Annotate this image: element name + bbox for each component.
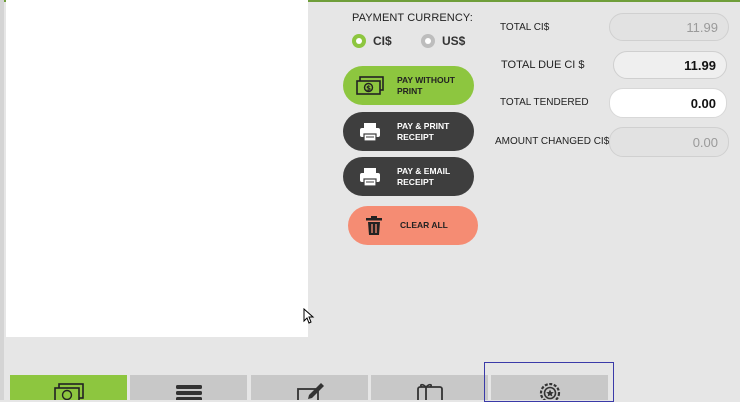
amount-changed-label: AMOUNT CHANGED CI$ [495,136,610,147]
currency-option-ci[interactable]: CI$ [352,34,392,48]
payment-tab-cash[interactable] [10,375,127,400]
radio-unselected-icon [421,34,435,48]
cash-icon: $ [355,75,385,97]
total-field: 11.99 [609,13,729,41]
total-due-field: 11.99 [613,51,727,79]
pay-without-print-button[interactable]: $ PAY WITHOUT PRINT [343,66,474,105]
payment-tab-card[interactable] [130,375,247,400]
receipt-preview-panel [6,0,308,337]
total-label: TOTAL CI$ [500,22,550,33]
window-left-edge [0,0,4,400]
currency-option-label: CI$ [373,34,392,48]
svg-text:$: $ [366,84,371,92]
check-pen-icon [296,383,324,400]
card-stack-icon [175,385,202,400]
gift-card-icon [416,383,443,400]
clear-all-label: CLEAR ALL [400,220,448,230]
total-due-label: TOTAL DUE CI $ [501,59,585,71]
pay-print-receipt-label: PAY & PRINT RECEIPT [397,120,450,142]
pay-email-receipt-label: PAY & EMAIL RECEIPT [397,165,451,187]
pay-print-receipt-button[interactable]: PAY & PRINT RECEIPT [343,112,474,151]
printer-icon [355,121,385,143]
payment-tab-gift-card[interactable] [371,375,488,400]
total-tendered-label: TOTAL TENDERED [500,97,589,108]
cash-icon [53,383,84,400]
payment-tab-check[interactable] [251,375,368,400]
amount-changed-field: 0.00 [609,127,729,157]
clear-all-button[interactable]: CLEAR ALL [348,206,478,245]
pay-email-receipt-button[interactable]: PAY & EMAIL RECEIPT [343,157,474,196]
trash-icon [364,215,384,237]
payment-currency-title: PAYMENT CURRENCY: [352,12,473,24]
tab-focus-outline [484,362,614,402]
pay-without-print-label: PAY WITHOUT PRINT [397,74,455,96]
printer-icon [355,166,385,188]
currency-option-label: US$ [442,34,466,48]
radio-selected-icon [352,34,366,48]
currency-option-us[interactable]: US$ [421,34,465,48]
mouse-pointer-icon [303,308,315,324]
total-tendered-input[interactable]: 0.00 [609,88,727,118]
